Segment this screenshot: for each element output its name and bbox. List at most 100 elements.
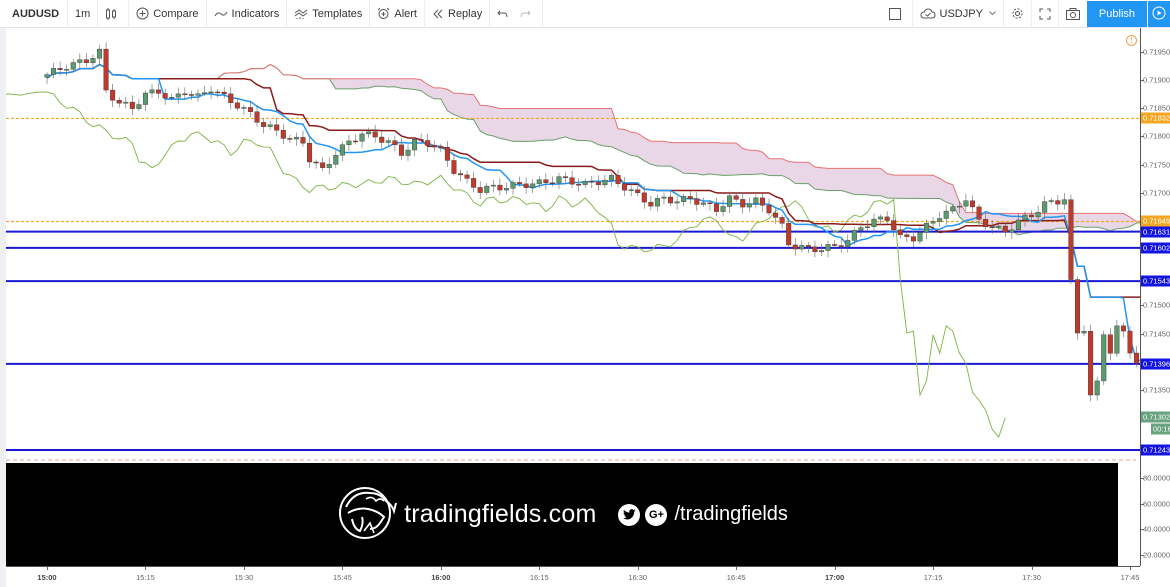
undo-button[interactable]	[490, 0, 544, 28]
candle-body	[142, 92, 148, 105]
select-box-button[interactable]	[882, 0, 912, 28]
osc-tick-label: 20.0000	[1143, 550, 1170, 559]
candle-body	[110, 89, 116, 101]
camera-icon	[1065, 7, 1080, 20]
indicators-button[interactable]: Indicators	[207, 0, 288, 28]
candle-body	[70, 62, 76, 70]
templates-button[interactable]: Templates	[287, 0, 371, 28]
candle-body	[471, 178, 477, 188]
candle-body	[162, 93, 168, 99]
alert-label: Alert	[394, 7, 417, 20]
candle-body	[64, 69, 70, 71]
candle-body	[490, 184, 496, 187]
time-tick	[1031, 567, 1033, 570]
time-tick-label: 17:45	[1120, 573, 1140, 582]
price-level-tag: 0.71543	[1141, 275, 1170, 287]
symbol-search-button[interactable]: AUDUSD	[0, 0, 68, 28]
compare-label: Compare	[153, 7, 199, 20]
time-tick	[440, 567, 442, 570]
candle-body	[346, 140, 352, 145]
candle-body	[300, 137, 306, 144]
candle-body	[477, 187, 483, 193]
osc-tick-label: 60.0000	[1143, 499, 1170, 508]
candle-body	[851, 230, 857, 241]
price-level-tag: 0.71602	[1141, 242, 1170, 254]
candle-body	[451, 160, 457, 174]
candle-body	[884, 216, 890, 221]
candle-body	[438, 146, 444, 149]
compare-button[interactable]: Compare	[129, 0, 207, 28]
candle-body	[169, 97, 175, 99]
candle-body	[444, 146, 450, 161]
candle-body	[996, 225, 1002, 228]
candle-body	[307, 142, 313, 163]
site-name: tradingfields.com	[404, 500, 597, 528]
candle-body	[845, 240, 851, 247]
candle-body	[681, 196, 687, 202]
twitter-icon	[618, 503, 641, 526]
candle-body	[832, 244, 838, 246]
candle-body	[930, 221, 936, 224]
warning-icon[interactable]: !	[1126, 35, 1137, 46]
alert-button[interactable]: Alert	[370, 0, 425, 28]
candle-body	[274, 124, 280, 131]
candle-body	[937, 218, 943, 222]
candle-body	[97, 48, 103, 59]
candle-body	[398, 144, 404, 156]
settings-button[interactable]	[1002, 0, 1031, 28]
fullscreen-button[interactable]	[1030, 0, 1058, 28]
interval-button[interactable]: 1m	[68, 0, 99, 28]
candle-body	[891, 220, 897, 231]
price-level-tag: 0.71396	[1141, 358, 1170, 370]
snapshot-button[interactable]	[1057, 0, 1087, 28]
candle-body	[116, 100, 122, 104]
candle-body	[523, 183, 529, 188]
time-tick	[539, 567, 541, 570]
candle-body	[858, 227, 864, 231]
price-tick-label: 0.71750	[1143, 160, 1170, 170]
candle-body	[608, 175, 614, 181]
replay-button[interactable]: Replay	[425, 0, 491, 28]
candle-body	[497, 184, 503, 191]
time-axis[interactable]: 15:00 15:15 15:30 15:45 16:00 16:15 16:30 16:45…	[6, 566, 1140, 587]
candle-body	[149, 89, 155, 94]
candle-body	[254, 111, 260, 123]
candle-body	[556, 176, 562, 184]
candle-body	[1081, 331, 1087, 334]
candle-body	[484, 185, 490, 193]
price-axis[interactable]: 0.71832 0.71649 0.71631 0.71602 0.71543 0.713…	[1140, 28, 1170, 566]
publish-options-button[interactable]	[1148, 1, 1170, 27]
redo-icon[interactable]	[519, 9, 531, 19]
time-tick-label: 15:45	[332, 573, 352, 582]
candle-body	[313, 161, 319, 164]
time-tick-label: 17:15	[923, 573, 943, 582]
candle-body	[83, 59, 89, 64]
price-tick-label: 0.71500	[1143, 300, 1170, 310]
price-tick-label: 0.71800	[1143, 131, 1170, 141]
time-tick	[342, 567, 344, 570]
time-tick	[1130, 567, 1131, 570]
candle-body	[228, 93, 234, 104]
candle-body	[458, 173, 464, 176]
candle-body	[674, 201, 680, 204]
osc-tick-label: 40.0000	[1143, 524, 1170, 534]
candle-body	[969, 200, 975, 208]
candle-body	[799, 245, 805, 250]
candle-body	[57, 68, 63, 70]
candle-body	[129, 101, 135, 109]
candle-body	[280, 129, 286, 139]
price-level-tag: 0.71832	[1141, 112, 1170, 124]
candle-body	[694, 198, 700, 205]
candle-body	[963, 200, 969, 207]
candle-body	[786, 223, 792, 246]
candle-body	[379, 136, 385, 143]
candle-body	[1088, 331, 1094, 396]
publish-button[interactable]: Publish	[1086, 1, 1147, 27]
tradingview-app: AUDUSD 1m Compare Indicators Templates A…	[0, 0, 1170, 587]
cloud-save-layout-button[interactable]: USDJPY	[911, 0, 1003, 28]
chart-type-button[interactable]	[98, 0, 130, 28]
candle-body	[1048, 200, 1054, 202]
indicators-label: Indicators	[231, 7, 280, 20]
tradingfields-banner: tradingfields.com G+ /tradingfields	[6, 463, 1118, 566]
candle-body	[740, 199, 746, 208]
